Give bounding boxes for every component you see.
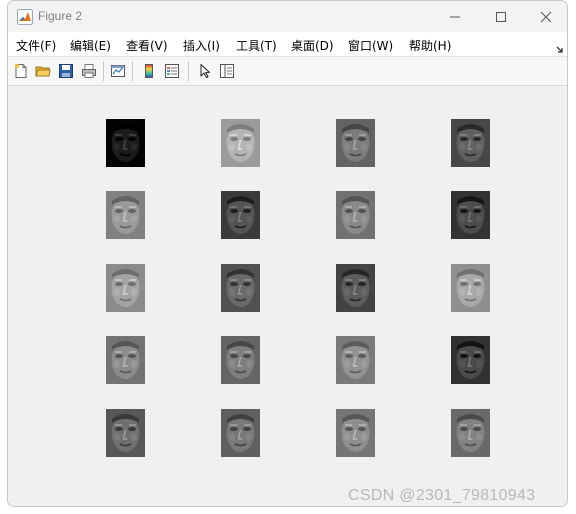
figure-canvas[interactable] xyxy=(8,86,567,506)
face-image-subplot xyxy=(451,191,490,239)
link-plot-button[interactable] xyxy=(109,62,127,80)
face-image-subplot xyxy=(336,409,375,457)
watermark: CSDN @2301_79810943 xyxy=(348,487,536,504)
insert-legend-icon xyxy=(165,64,179,78)
close-icon xyxy=(540,11,552,23)
face-image-subplot xyxy=(451,264,490,312)
face-image-subplot xyxy=(106,119,145,167)
face-image-subplot xyxy=(221,409,260,457)
new-figure-icon xyxy=(15,64,27,78)
face-image-subplot xyxy=(221,336,260,384)
face-image-subplot xyxy=(221,119,260,167)
save-icon xyxy=(59,64,73,78)
window-title: Figure 2 xyxy=(38,9,83,23)
menu-desktop[interactable]: 桌面(D) xyxy=(291,37,334,54)
face-image-subplot xyxy=(106,409,145,457)
maximize-button[interactable] xyxy=(478,1,524,32)
edit-plot-pointer-icon xyxy=(200,64,210,78)
face-image-subplot xyxy=(106,191,145,239)
minimize-icon xyxy=(450,16,460,18)
insert-colorbar-button[interactable] xyxy=(140,62,158,80)
face-image-subplot xyxy=(336,264,375,312)
toolbar-separator xyxy=(103,61,104,81)
insert-colorbar-icon xyxy=(145,64,153,78)
menu-edit[interactable]: 编辑(E) xyxy=(70,37,111,54)
menu-insert[interactable]: 插入(I) xyxy=(183,37,220,54)
face-image-subplot xyxy=(451,409,490,457)
figure-toolbar xyxy=(8,57,567,86)
edit-plot-button[interactable] xyxy=(196,62,214,80)
title-bar[interactable]: Figure 2 xyxy=(8,1,567,32)
menu-tools[interactable]: 工具(T) xyxy=(236,37,277,54)
matlab-icon xyxy=(17,9,33,25)
link-plot-icon xyxy=(111,65,125,77)
face-image-subplot xyxy=(106,264,145,312)
face-image-subplot xyxy=(336,191,375,239)
toolbar-separator xyxy=(132,61,133,81)
dock-figure-icon[interactable] xyxy=(556,39,564,58)
close-button[interactable] xyxy=(523,1,567,32)
menu-view[interactable]: 查看(V) xyxy=(126,37,168,54)
property-inspector-button[interactable] xyxy=(218,62,236,80)
print-icon xyxy=(82,64,96,78)
face-image-subplot xyxy=(106,336,145,384)
face-image-subplot xyxy=(336,119,375,167)
face-image-subplot xyxy=(221,264,260,312)
figure-window: Figure 2 文件(F) 编辑(E) 查看(V) 插入(I) 工具(T) 桌… xyxy=(7,0,568,507)
print-button[interactable] xyxy=(80,62,98,80)
maximize-icon xyxy=(496,12,506,22)
menu-window[interactable]: 窗口(W) xyxy=(348,37,393,54)
face-image-subplot xyxy=(221,191,260,239)
insert-legend-button[interactable] xyxy=(163,62,181,80)
open-file-button[interactable] xyxy=(34,62,52,80)
open-file-icon xyxy=(35,66,51,77)
property-inspector-icon xyxy=(220,64,234,78)
face-image-subplot xyxy=(451,119,490,167)
new-figure-button[interactable] xyxy=(12,62,30,80)
face-image-subplot xyxy=(336,336,375,384)
face-image-subplot xyxy=(451,336,490,384)
menu-help[interactable]: 帮助(H) xyxy=(409,37,451,54)
save-button[interactable] xyxy=(57,62,75,80)
toolbar-separator xyxy=(188,61,189,81)
menu-file[interactable]: 文件(F) xyxy=(16,37,56,54)
minimize-button[interactable] xyxy=(432,1,478,32)
menu-bar: 文件(F) 编辑(E) 查看(V) 插入(I) 工具(T) 桌面(D) 窗口(W… xyxy=(8,32,567,57)
